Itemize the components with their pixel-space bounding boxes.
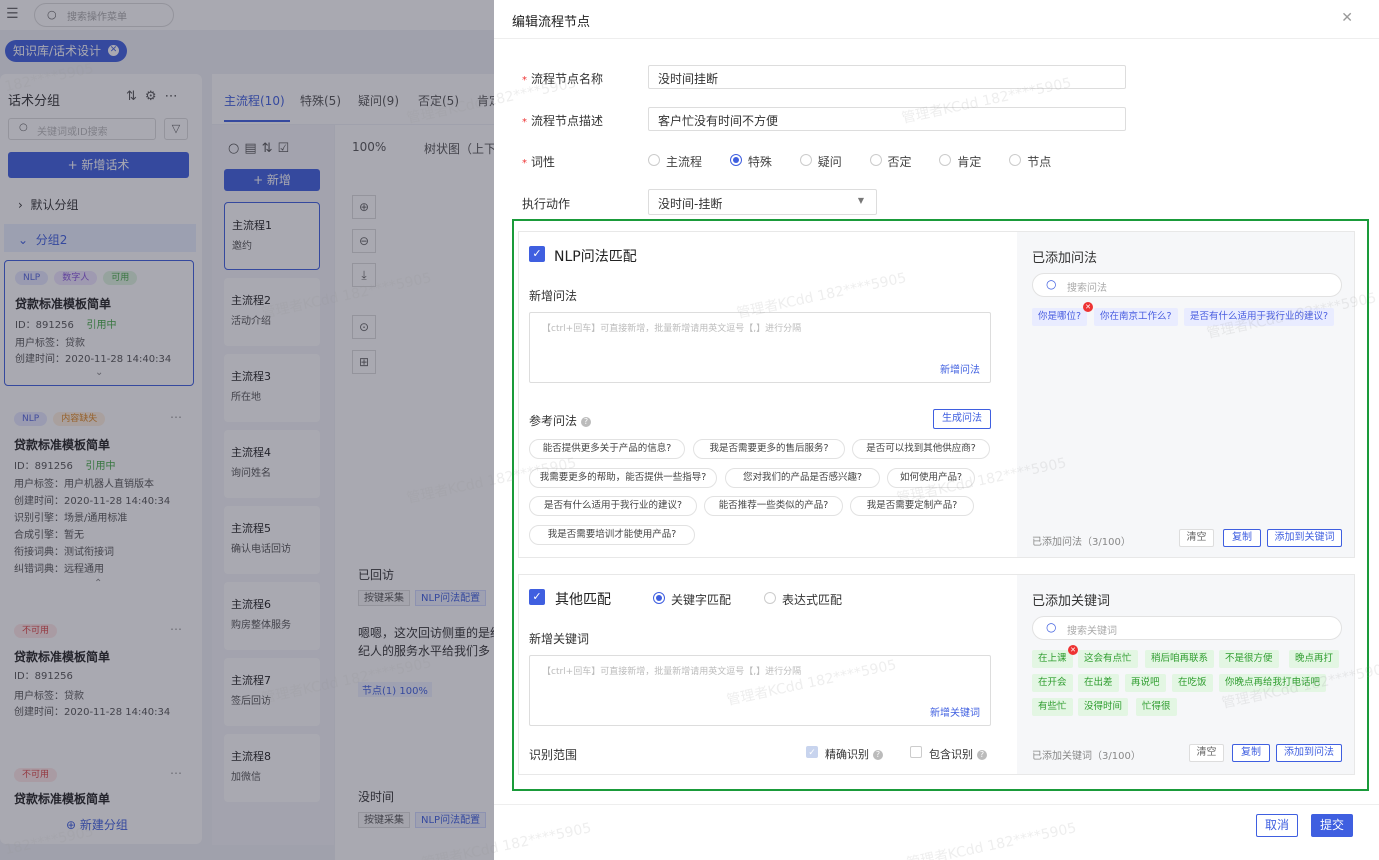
nlp-checkbox[interactable]: ✓ (529, 246, 545, 262)
nlp-right: 已添加问法 ○ 搜索问法 你是哪位? ✕ 你在南京工作么? 是否有什么适用于我行… (1017, 232, 1354, 557)
add-to-keyword-button[interactable]: 添加到关键词 (1267, 529, 1342, 547)
radio-main[interactable]: 主流程 (648, 153, 702, 170)
radio-negative[interactable]: 否定 (869, 153, 912, 170)
node-desc-label: * 流程节点描述 (522, 114, 604, 128)
exact-label: 精确识别? (825, 746, 883, 762)
nlp-left: ✓ NLP问法匹配 新增问法 【ctrl+回车】可直接新增，批量新增请用英文逗号… (519, 232, 1017, 557)
remove-icon[interactable]: ✕ (1083, 302, 1093, 312)
keyword-search-input[interactable]: ○ 搜索关键词 (1032, 616, 1342, 640)
contain-checkbox[interactable] (910, 746, 922, 758)
help-icon[interactable]: ? (873, 750, 883, 760)
background-app: ☰ ○ 搜索操作菜单 知识库/话术设计 ✕ 话术分组 ⇅⚙⋯ ○ 关键词或ID搜… (0, 0, 494, 860)
expression-mode-radio[interactable]: 表达式匹配 (764, 591, 866, 608)
radio-question[interactable]: 疑问 (799, 153, 842, 170)
keyword-tag[interactable]: 在上课 (1032, 650, 1073, 668)
new-keyword-label: 新增关键词 (529, 632, 590, 646)
add-to-question-button[interactable]: 添加到问法 (1276, 744, 1342, 762)
type-radio-group: 主流程 特殊 疑问 否定 肯定 节点 (648, 153, 1075, 170)
action-select[interactable]: 没时间-挂断 ▼ (648, 189, 877, 215)
clear-button[interactable]: 清空 (1179, 529, 1214, 547)
keyword-tag[interactable]: 有些忙 (1032, 698, 1073, 716)
reference-question[interactable]: 能否推荐一些类似的产品? (704, 496, 843, 516)
help-icon[interactable]: ? (581, 417, 592, 427)
copy-button[interactable]: 复制 (1232, 744, 1270, 762)
range-label: 识别范围 (529, 748, 578, 762)
cancel-button[interactable]: 取消 (1256, 814, 1298, 837)
other-left: ✓ 其他匹配 关键字匹配 表达式匹配 新增关键词 【ctrl+回车】可直接新增，… (519, 575, 1017, 774)
generate-question-button[interactable]: 生成问法 (933, 409, 991, 429)
contain-label: 包含识别? (929, 746, 987, 762)
action-label: 执行动作 (522, 197, 571, 211)
keyword-tag[interactable]: 稍后咱再联系 (1145, 650, 1215, 668)
edit-node-drawer: 编辑流程节点 ✕ * 流程节点名称 没时间挂断 * 流程节点描述 客户忙没有时间不方… (494, 0, 1379, 860)
new-question-label: 新增问法 (529, 289, 578, 303)
add-question-link[interactable]: 新增问法 (940, 361, 980, 376)
keyword-tag[interactable]: 再说吧 (1125, 674, 1166, 692)
added-keywords-count: 已添加关键词（3/100） (1032, 751, 1141, 762)
keyword-tag[interactable]: 在开会 (1032, 674, 1073, 692)
reference-question[interactable]: 是否可以找到其他供应商? (852, 439, 990, 459)
added-keywords-title: 已添加关键词 (1032, 594, 1111, 609)
question-search-input[interactable]: ○ 搜索问法 (1032, 273, 1342, 297)
reference-label: 参考问法? (529, 412, 592, 429)
nlp-title: NLP问法匹配 (554, 249, 637, 265)
other-title: 其他匹配 (555, 592, 611, 608)
other-checkbox[interactable]: ✓ (529, 589, 545, 605)
keyword-tag[interactable]: 晚点再打 (1289, 650, 1340, 668)
reference-question[interactable]: 是否有什么适用于我行业的建议? (529, 496, 697, 516)
keyword-tag[interactable]: 没得时间 (1078, 698, 1129, 716)
type-label: * 词性 (522, 155, 556, 169)
new-question-textarea[interactable]: 【ctrl+回车】可直接新增，批量新增请用英文逗号【,】进行分隔 新增问法 (529, 312, 991, 383)
reference-question[interactable]: 我是否需要更多的售后服务? (693, 439, 845, 459)
reference-question[interactable]: 我是否需要培训才能使用产品? (529, 525, 695, 545)
help-icon[interactable]: ? (977, 750, 987, 760)
exact-checkbox[interactable]: ✓ (806, 746, 818, 758)
chevron-down-icon: ▼ (857, 196, 864, 205)
search-icon: ○ (1046, 277, 1057, 291)
keyword-tag[interactable]: 不是很方便 (1219, 650, 1279, 668)
divider (494, 804, 1379, 805)
added-question-tag[interactable]: 你是哪位? (1032, 308, 1088, 326)
search-icon: ○ (1046, 620, 1057, 634)
copy-button[interactable]: 复制 (1223, 529, 1261, 547)
remove-icon[interactable]: ✕ (1068, 645, 1078, 655)
drawer-title: 编辑流程节点 (512, 15, 591, 30)
reference-question[interactable]: 您对我们的产品是否感兴趣? (725, 468, 880, 488)
keyword-tag[interactable]: 在吃饭 (1172, 674, 1213, 692)
add-keyword-link[interactable]: 新增关键词 (930, 704, 980, 719)
submit-button[interactable]: 提交 (1311, 814, 1353, 837)
node-desc-input[interactable]: 客户忙没有时间不方便 (648, 107, 1126, 131)
radio-node[interactable]: 节点 (1009, 153, 1051, 170)
nlp-section: ✓ NLP问法匹配 新增问法 【ctrl+回车】可直接新增，批量新增请用英文逗号… (518, 231, 1355, 558)
keyword-tag[interactable]: 这会有点忙 (1078, 650, 1138, 668)
radio-positive[interactable]: 肯定 (939, 153, 981, 170)
other-match-section: ✓ 其他匹配 关键字匹配 表达式匹配 新增关键词 【ctrl+回车】可直接新增，… (518, 574, 1355, 775)
added-questions-title: 已添加问法 (1032, 251, 1098, 266)
keyword-mode-radio[interactable]: 关键字匹配 (653, 591, 755, 608)
divider (494, 38, 1379, 39)
keyword-tag[interactable]: 忙得很 (1136, 698, 1177, 716)
added-questions-count: 已添加问法（3/100） (1032, 537, 1131, 548)
radio-special[interactable]: 特殊 (729, 153, 772, 170)
clear-button[interactable]: 清空 (1189, 744, 1224, 762)
keyword-tag[interactable]: 在出差 (1078, 674, 1119, 692)
close-icon[interactable]: ✕ (1341, 10, 1353, 26)
added-question-tag[interactable]: 你在南京工作么? (1094, 308, 1178, 326)
modal-overlay[interactable] (0, 0, 494, 860)
